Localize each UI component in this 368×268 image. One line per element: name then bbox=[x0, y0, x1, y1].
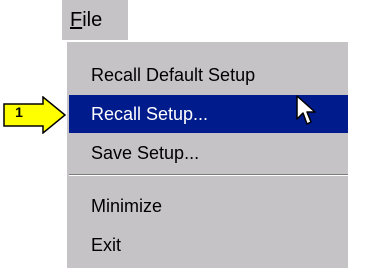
menu-item-label: Exit bbox=[91, 234, 122, 255]
file-menu-mnemonic: F bbox=[70, 9, 83, 31]
menu-separator-highlight bbox=[69, 175, 348, 176]
menu-item-label: Recall Default Setup bbox=[91, 64, 256, 85]
menu-item-minimize[interactable]: Minimize bbox=[69, 187, 348, 225]
menu-item-label: Save Setup... bbox=[91, 142, 200, 163]
file-dropdown-menu: Recall Default Setup Recall Setup... Sav… bbox=[65, 40, 348, 268]
arrow-pointer-icon bbox=[296, 95, 316, 125]
menu-item-save-setup[interactable]: Save Setup... bbox=[69, 134, 348, 172]
menu-item-recall-default-setup[interactable]: Recall Default Setup bbox=[69, 56, 348, 94]
file-menu-label: File bbox=[70, 9, 102, 32]
menu-item-label: Recall Setup... bbox=[91, 103, 209, 124]
menu-item-label: Minimize bbox=[91, 195, 163, 216]
callout-number: 1 bbox=[15, 104, 23, 120]
menu-item-exit[interactable]: Exit bbox=[69, 226, 348, 264]
file-menu[interactable]: File bbox=[62, 0, 130, 40]
file-menu-label-rest: ile bbox=[82, 9, 103, 31]
